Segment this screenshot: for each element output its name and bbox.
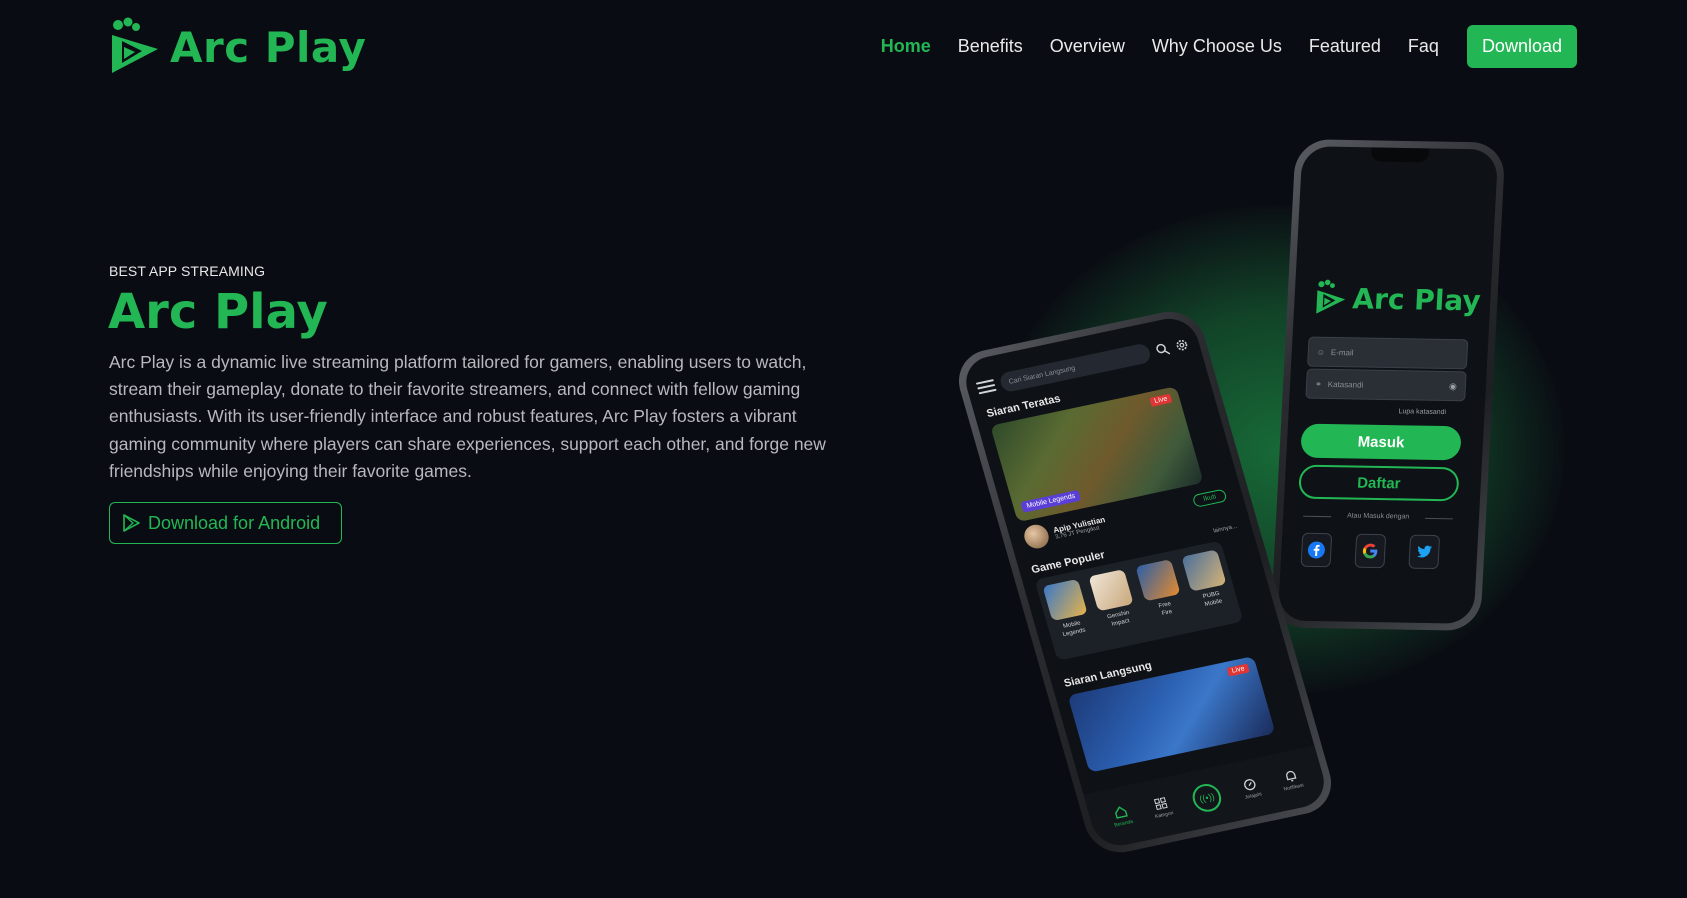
gear-icon	[1176, 339, 1188, 351]
password-placeholder: Katasandi	[1327, 379, 1364, 390]
google-icon	[1362, 543, 1378, 559]
compass-icon	[1244, 779, 1256, 791]
bell-icon	[1285, 771, 1296, 782]
login-logo: Arc Play	[1314, 279, 1482, 320]
phone-screen: Arc Play ☺ E-mail ⚭ Katasandi ◉ Lupa kat…	[1277, 146, 1499, 624]
game-thumbnail	[1088, 569, 1134, 612]
key-icon: ⚭	[1314, 379, 1323, 389]
app-search-field: Cari Siaran Langsung	[998, 342, 1153, 394]
twitter-login-button	[1408, 534, 1441, 570]
game-thumbnail	[1042, 578, 1088, 622]
email-field: ☺ E-mail	[1307, 336, 1469, 370]
login-button: Masuk	[1300, 423, 1462, 461]
eye-off-icon: ◉	[1448, 380, 1458, 391]
facebook-login-button	[1300, 532, 1333, 568]
follow-button: Ikuti	[1191, 488, 1228, 508]
arc-play-logo-icon	[1316, 279, 1346, 314]
game-thumbnail	[1135, 559, 1181, 602]
list-item: Free Fire	[1134, 559, 1192, 640]
login-logo-text: Arc Play	[1351, 281, 1482, 318]
nav-kategori: Kategori	[1150, 795, 1174, 820]
forgot-password-link: Lupa katasandi	[1398, 408, 1447, 417]
live-badge: Live	[1149, 393, 1173, 407]
nav-faq[interactable]: Faq	[1408, 36, 1439, 57]
game-tag: Mobile Legends	[1020, 489, 1082, 513]
arc-play-logo-icon	[112, 17, 158, 73]
download-button[interactable]: Download	[1466, 25, 1577, 68]
nav-why-choose-us[interactable]: Why Choose Us	[1152, 36, 1282, 57]
nav-overview[interactable]: Overview	[1050, 36, 1125, 57]
live-badge: Live	[1226, 663, 1250, 677]
nav-beranda: Beranda	[1109, 803, 1134, 829]
nav-notifikasi: Notifikasi	[1279, 767, 1304, 793]
password-field: ⚭ Katasandi ◉	[1305, 368, 1467, 402]
nav-benefits[interactable]: Benefits	[958, 36, 1023, 57]
twitter-icon	[1417, 545, 1432, 558]
login-phone-mockup: Arc Play ☺ E-mail ⚭ Katasandi ◉ Lupa kat…	[1270, 139, 1506, 631]
home-icon	[1114, 806, 1128, 819]
navbar: Arc Play Home Benefits Overview Why Choo…	[0, 0, 1687, 94]
hero-eyebrow: BEST APP STREAMING	[109, 263, 266, 279]
game-thumbnail	[1181, 549, 1227, 592]
download-android-label: Download for Android	[148, 512, 321, 533]
social-divider: Atau Masuk dengan	[1303, 512, 1453, 522]
brand-logo[interactable]: Arc Play	[108, 16, 366, 78]
list-item: Genshin Impact	[1088, 569, 1146, 650]
nav-featured[interactable]: Featured	[1309, 36, 1381, 57]
list-item: Mobile Legends	[1041, 578, 1099, 660]
brand-name: Arc Play	[170, 22, 367, 72]
menu-icon	[975, 379, 997, 395]
facebook-icon	[1307, 541, 1325, 559]
nav-home[interactable]: Home	[881, 36, 931, 57]
register-button: Daftar	[1298, 464, 1460, 502]
email-placeholder: E-mail	[1330, 347, 1354, 357]
grid-icon	[1154, 797, 1168, 810]
hero-description: Arc Play is a dynamic live streaming pla…	[109, 352, 826, 481]
avatar	[1021, 522, 1052, 551]
phone-notch	[1370, 147, 1430, 163]
hero-title: Arc Play	[108, 284, 328, 340]
google-login-button	[1354, 533, 1387, 569]
user-icon: ☺	[1316, 347, 1326, 357]
nav-jelajahi: Jelajahi	[1240, 776, 1262, 801]
list-item: PUBG Mobile	[1181, 549, 1239, 630]
search-icon	[1156, 343, 1171, 355]
more-link: lainnya...	[1212, 523, 1238, 535]
main-nav: Home Benefits Overview Why Choose Us Fea…	[854, 25, 1577, 68]
download-android-button[interactable]: Download for Android	[109, 502, 342, 544]
broadcast-icon: ((•))	[1189, 781, 1225, 815]
google-play-icon	[123, 514, 140, 532]
